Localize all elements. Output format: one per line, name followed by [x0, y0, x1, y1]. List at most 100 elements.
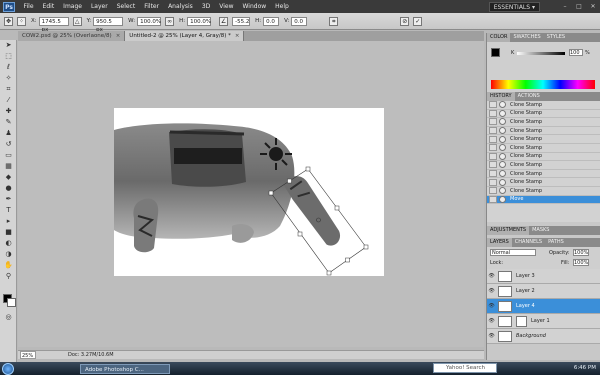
- tab-masks[interactable]: MASKS: [529, 226, 552, 235]
- menu-3d[interactable]: 3D: [197, 3, 214, 10]
- history-item[interactable]: Clone Stamp: [487, 186, 600, 196]
- zoom-field[interactable]: 25%: [20, 351, 36, 359]
- move-tool-icon[interactable]: ➤: [2, 40, 15, 50]
- clone-stamp-icon[interactable]: ♟: [2, 128, 15, 138]
- 3d-rotate-icon[interactable]: ◐: [2, 238, 15, 248]
- close-tab-icon[interactable]: ×: [235, 33, 240, 39]
- start-button[interactable]: [2, 362, 14, 375]
- tab-paths[interactable]: PATHS: [545, 238, 567, 247]
- menu-select[interactable]: Select: [112, 3, 140, 10]
- visibility-eye-icon[interactable]: 👁: [487, 318, 496, 324]
- dodge-tool-icon[interactable]: ●: [2, 183, 15, 193]
- history-item[interactable]: Move: [487, 195, 600, 205]
- w-field[interactable]: 100.0%: [137, 16, 162, 26]
- visibility-eye-icon[interactable]: 👁: [487, 288, 496, 294]
- 3d-camera-icon[interactable]: ◑: [2, 249, 15, 259]
- tab-cow2[interactable]: COW2.psd @ 25% (Overlaone/8) ×: [18, 31, 126, 41]
- eyedropper-icon[interactable]: ⁄: [2, 95, 15, 105]
- close-tab-icon[interactable]: ×: [116, 33, 121, 39]
- history-item[interactable]: Clone Stamp: [487, 161, 600, 170]
- maximize-button[interactable]: □: [572, 3, 586, 10]
- path-selection-icon[interactable]: ▸: [2, 216, 15, 226]
- history-item[interactable]: Clone Stamp: [487, 118, 600, 127]
- yahoo-search-box[interactable]: Yahoo! Search: [433, 363, 497, 373]
- background-color-swatch[interactable]: [7, 298, 16, 307]
- reference-point-icon[interactable]: ⁘: [17, 16, 26, 26]
- color-ramp[interactable]: [491, 80, 595, 89]
- history-snapshot-checkbox[interactable]: [489, 109, 497, 117]
- k-slider[interactable]: [517, 52, 565, 55]
- history-snapshot-checkbox[interactable]: [489, 118, 497, 126]
- type-tool-icon[interactable]: T: [2, 205, 15, 215]
- history-snapshot-checkbox[interactable]: [489, 135, 497, 143]
- minimize-button[interactable]: –: [558, 3, 572, 10]
- tab-color[interactable]: COLOR: [487, 33, 511, 42]
- history-snapshot-checkbox[interactable]: [489, 195, 497, 203]
- pen-tool-icon[interactable]: ✒: [2, 194, 15, 204]
- lasso-tool-icon[interactable]: ℓ: [2, 62, 15, 72]
- history-item[interactable]: Clone Stamp: [487, 178, 600, 187]
- tab-layers[interactable]: LAYERS: [487, 238, 512, 247]
- history-snapshot-checkbox[interactable]: [489, 187, 497, 195]
- link-icon[interactable]: ∞: [165, 16, 175, 26]
- workspace-switcher[interactable]: ESSENTIALS ▾: [488, 1, 540, 12]
- blur-tool-icon[interactable]: ◆: [2, 172, 15, 182]
- x-field[interactable]: 1745.5 px: [38, 16, 69, 33]
- quick-mask-icon[interactable]: ◎: [2, 312, 15, 322]
- menu-window[interactable]: Window: [238, 3, 271, 10]
- menu-file[interactable]: File: [19, 3, 38, 10]
- visibility-eye-icon[interactable]: 👁: [487, 303, 496, 309]
- history-item[interactable]: Clone Stamp: [487, 109, 600, 119]
- foreground-color-swatch[interactable]: [491, 48, 500, 57]
- h-field[interactable]: 100.0%: [187, 16, 212, 26]
- tab-untitled-2[interactable]: Untitled-2 @ 25% (Layer 4, Gray/8) * ×: [125, 31, 245, 41]
- magic-wand-icon[interactable]: ✧: [2, 73, 15, 83]
- crop-tool-icon[interactable]: ⌗: [2, 84, 15, 94]
- history-item[interactable]: Clone Stamp: [487, 126, 600, 136]
- tab-history[interactable]: HISTORY: [487, 92, 515, 101]
- close-button[interactable]: ✕: [586, 3, 600, 10]
- zoom-tool-icon[interactable]: ⚲: [2, 271, 15, 281]
- menu-edit[interactable]: Edit: [38, 3, 59, 10]
- angle-field[interactable]: -55.2: [232, 16, 251, 26]
- y-field[interactable]: 950.5 px: [93, 16, 124, 33]
- menu-image[interactable]: Image: [59, 3, 87, 10]
- layer-row[interactable]: 👁 Layer 1: [487, 314, 600, 329]
- history-item[interactable]: Clone Stamp: [487, 101, 600, 110]
- history-snapshot-checkbox[interactable]: [489, 152, 497, 160]
- layer-row[interactable]: 👁 Layer 4: [487, 299, 600, 314]
- brush-tool-icon[interactable]: ✎: [2, 117, 15, 127]
- shape-tool-icon[interactable]: ■: [2, 227, 15, 237]
- marquee-tool-icon[interactable]: ⬚: [2, 51, 15, 61]
- history-brush-icon[interactable]: ↺: [2, 139, 15, 149]
- history-snapshot-checkbox[interactable]: [489, 170, 497, 178]
- k-field[interactable]: 100: [569, 49, 583, 56]
- history-item[interactable]: Clone Stamp: [487, 135, 600, 144]
- gradient-tool-icon[interactable]: ▦: [2, 161, 15, 171]
- tab-styles[interactable]: STYLES: [544, 33, 568, 42]
- history-snapshot-checkbox[interactable]: [489, 127, 497, 135]
- taskbar-photoshop[interactable]: Adobe Photoshop C...: [80, 363, 170, 374]
- document-canvas[interactable]: [114, 108, 384, 276]
- fill-field[interactable]: 100%: [573, 259, 589, 266]
- relative-position-icon[interactable]: △: [72, 16, 82, 26]
- healing-brush-icon[interactable]: ✚: [2, 106, 15, 116]
- visibility-eye-icon[interactable]: 👁: [487, 333, 496, 339]
- layer-row[interactable]: 👁 Layer 3: [487, 269, 600, 284]
- tab-channels[interactable]: CHANNELS: [512, 238, 545, 247]
- commit-transform-icon[interactable]: ✓: [413, 16, 423, 26]
- history-item[interactable]: Clone Stamp: [487, 152, 600, 162]
- opacity-field[interactable]: 100%: [573, 249, 589, 256]
- hskew-field[interactable]: 0.0: [263, 16, 280, 26]
- menu-analysis[interactable]: Analysis: [164, 3, 198, 10]
- menu-view[interactable]: View: [215, 3, 238, 10]
- history-snapshot-checkbox[interactable]: [489, 178, 497, 186]
- layer-mask-thumbnail[interactable]: [516, 315, 527, 327]
- blend-mode-select[interactable]: Normal: [490, 249, 536, 256]
- history-snapshot-checkbox[interactable]: [489, 101, 497, 109]
- vskew-field[interactable]: 0.0: [291, 16, 308, 26]
- tab-adjustments[interactable]: ADJUSTMENTS: [487, 226, 530, 235]
- history-snapshot-checkbox[interactable]: [489, 144, 497, 152]
- menu-help[interactable]: Help: [271, 3, 294, 10]
- layer-row[interactable]: 👁 Layer 2: [487, 284, 600, 299]
